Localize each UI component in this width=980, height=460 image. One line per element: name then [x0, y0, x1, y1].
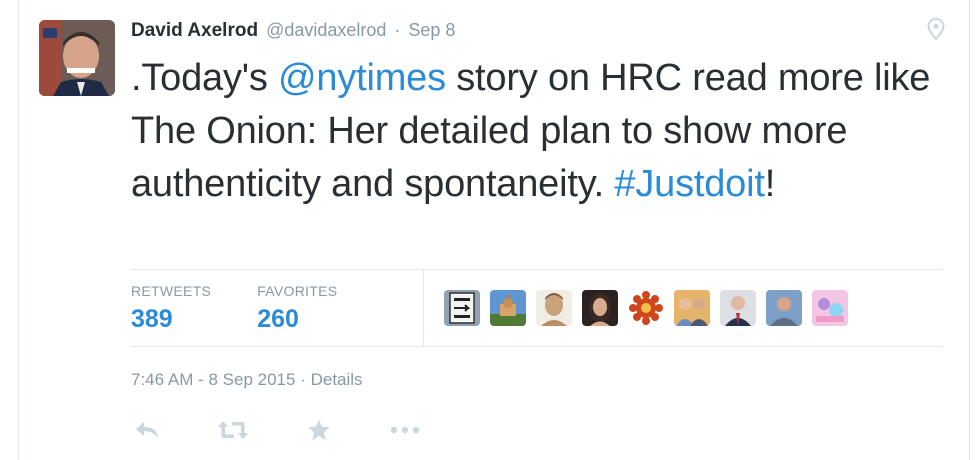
favorites-label: FAVORITES [257, 282, 338, 299]
timestamp-text[interactable]: 7:46 AM - 8 Sep 2015 [131, 370, 295, 389]
tweet-actions [131, 412, 421, 448]
author-avatar[interactable] [39, 20, 115, 96]
retweets-label: RETWEETS [131, 282, 212, 299]
colorful-avatar[interactable] [812, 290, 849, 326]
man-in-suit-avatar[interactable] [720, 290, 757, 326]
retweets-count[interactable]: 389 [131, 305, 211, 334]
reply-icon [136, 422, 158, 438]
tweet-date[interactable]: Sep 8 [408, 20, 455, 41]
woman-avatar[interactable] [582, 290, 619, 326]
emblem-avatar[interactable] [628, 290, 665, 326]
tweet-text-part: .Today's [131, 57, 278, 99]
building-avatar[interactable] [490, 290, 527, 326]
tweet-header: David Axelrod @davidaxelrod · Sep 8 [131, 20, 455, 46]
tweet-text: .Today's @nytimes story on HRC read more… [131, 52, 951, 211]
tweet-stats: RETWEETS 389 FAVORITES 260 [131, 270, 943, 346]
group-avatar[interactable] [674, 290, 711, 326]
bust-avatar[interactable] [536, 290, 573, 326]
retweet-icon [218, 421, 248, 439]
timestamp-separator: · [300, 370, 306, 389]
retweet-button[interactable] [217, 414, 249, 446]
favorite-button[interactable] [303, 414, 335, 446]
mention-link[interactable]: @nytimes [278, 57, 446, 99]
tweet-text-part: ! [764, 163, 776, 205]
tweet-card: David Axelrod @davidaxelrod · Sep 8 .Tod… [18, 0, 970, 460]
more-button[interactable] [389, 414, 421, 446]
favorite-star-icon [308, 419, 330, 440]
man-outdoor-avatar[interactable] [766, 290, 803, 326]
header-separator: · [394, 20, 401, 40]
author-handle[interactable]: @davidaxelrod [266, 20, 386, 41]
favorites-count[interactable]: 260 [257, 305, 337, 334]
favoriter-avatars [444, 290, 849, 326]
author-name[interactable]: David Axelrod [131, 20, 258, 42]
keep-right-sign-avatar[interactable] [444, 290, 481, 326]
favorites-stat[interactable]: FAVORITES 260 [257, 283, 337, 334]
stats-bottom-divider [131, 346, 943, 347]
stats-separator [423, 270, 425, 346]
more-icon [390, 426, 420, 434]
location-pin-icon[interactable] [927, 18, 945, 40]
tweet-timestamp: 7:46 AM - 8 Sep 2015 · Details [131, 370, 363, 390]
retweets-stat[interactable]: RETWEETS 389 [131, 283, 211, 334]
details-link[interactable]: Details [311, 370, 363, 389]
reply-button[interactable] [131, 414, 163, 446]
hashtag-link[interactable]: #Justdoit [614, 163, 764, 205]
